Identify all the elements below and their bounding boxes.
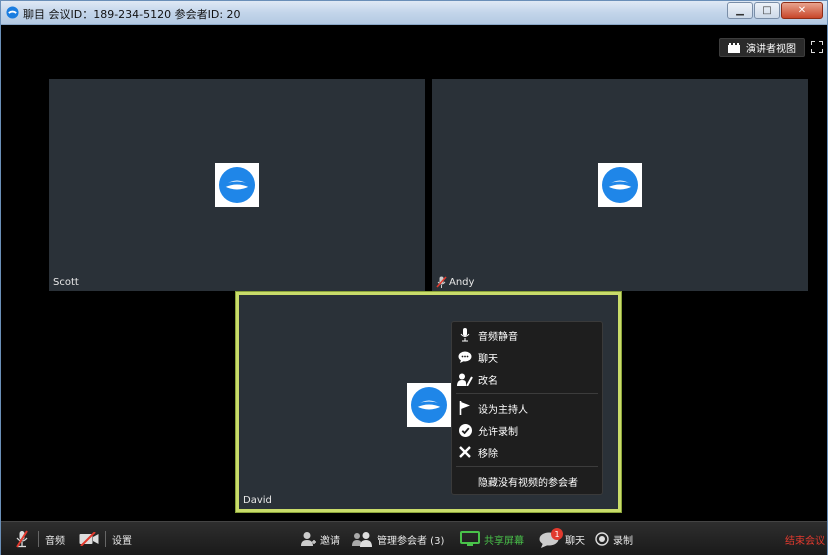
meeting-window: 聊目 会议ID：189-234-5120 参会者ID: 20 ▁ □ ✕ 演讲者… xyxy=(0,0,828,555)
video-tile-scott[interactable]: Scott xyxy=(49,79,425,291)
meeting-toolbar: 音频 设置 邀请 管理参会者 (3) 共享屏幕 1 聊天 录制 结束会议 xyxy=(1,521,827,555)
close-icon[interactable]: ✕ xyxy=(781,2,823,19)
participant-context-menu: 音频静音 聊天 改名 设为主持人 允许录制 移除 隐藏没有视频的参会者 xyxy=(451,321,603,495)
chat-icon xyxy=(458,351,472,363)
audio-button[interactable]: 音频 xyxy=(45,522,65,556)
maximize-icon[interactable]: □ xyxy=(754,2,780,19)
menu-divider xyxy=(456,393,598,394)
window-title: 聊目 会议ID：189-234-5120 参会者ID: 20 xyxy=(23,8,241,21)
muted-mic-icon xyxy=(16,530,28,548)
video-area: 演讲者视图 Scott Andy David 音频静音 聊天 改名 设为主持人 … xyxy=(1,25,827,521)
participant-avatar-icon xyxy=(215,163,259,207)
invite-button[interactable]: 邀请 xyxy=(300,522,340,556)
share-screen-button[interactable]: 共享屏幕 xyxy=(460,522,524,556)
invite-icon xyxy=(301,532,316,546)
participant-name: David xyxy=(243,495,272,506)
fullscreen-icon[interactable] xyxy=(811,41,823,53)
window-controls: ▁ □ ✕ xyxy=(726,2,823,19)
participant-name: Scott xyxy=(53,277,79,288)
menu-divider xyxy=(456,466,598,467)
menu-item-remove[interactable]: 移除 xyxy=(452,441,602,463)
rename-icon xyxy=(457,373,473,386)
flag-icon xyxy=(459,401,470,415)
menu-item-allow-record[interactable]: 允许录制 xyxy=(452,419,602,441)
menu-item-hide-non-video[interactable]: 隐藏没有视频的参会者 xyxy=(452,470,602,492)
chat-button[interactable]: 1 聊天 xyxy=(539,522,585,556)
share-screen-icon xyxy=(460,531,480,546)
title-bar[interactable]: 聊目 会议ID：189-234-5120 参会者ID: 20 ▁ □ ✕ xyxy=(1,1,827,25)
record-button[interactable]: 录制 xyxy=(595,522,633,556)
speaker-view-label: 演讲者视图 xyxy=(746,44,796,55)
participant-avatar-icon xyxy=(407,383,451,427)
end-meeting-button[interactable]: 结束会议 xyxy=(785,522,825,556)
speaker-view-button[interactable]: 演讲者视图 xyxy=(719,38,805,57)
microphone-icon xyxy=(460,328,470,342)
participants-icon xyxy=(352,532,372,547)
menu-item-make-host[interactable]: 设为主持人 xyxy=(452,397,602,419)
record-icon xyxy=(595,532,609,546)
check-icon xyxy=(458,423,472,437)
video-tile-andy[interactable]: Andy xyxy=(432,79,808,291)
chat-badge: 1 xyxy=(551,528,563,540)
video-off-icon xyxy=(79,532,99,546)
app-logo-icon xyxy=(6,6,19,19)
participant-name: Andy xyxy=(436,276,474,288)
speaker-view-icon xyxy=(728,42,740,53)
minimize-icon[interactable]: ▁ xyxy=(727,2,753,19)
muted-mic-icon xyxy=(436,276,447,288)
stop-video-button[interactable] xyxy=(79,522,99,556)
menu-item-rename[interactable]: 改名 xyxy=(452,368,602,390)
manage-participants-button[interactable]: 管理参会者 (3) xyxy=(351,522,444,556)
settings-button[interactable]: 设置 xyxy=(112,522,132,556)
participant-avatar-icon xyxy=(598,163,642,207)
mute-button[interactable] xyxy=(15,522,29,556)
menu-item-mute-audio[interactable]: 音频静音 xyxy=(452,324,602,346)
remove-icon xyxy=(459,446,471,458)
toolbar-divider xyxy=(38,531,39,547)
menu-item-chat[interactable]: 聊天 xyxy=(452,346,602,368)
toolbar-divider xyxy=(105,531,106,547)
